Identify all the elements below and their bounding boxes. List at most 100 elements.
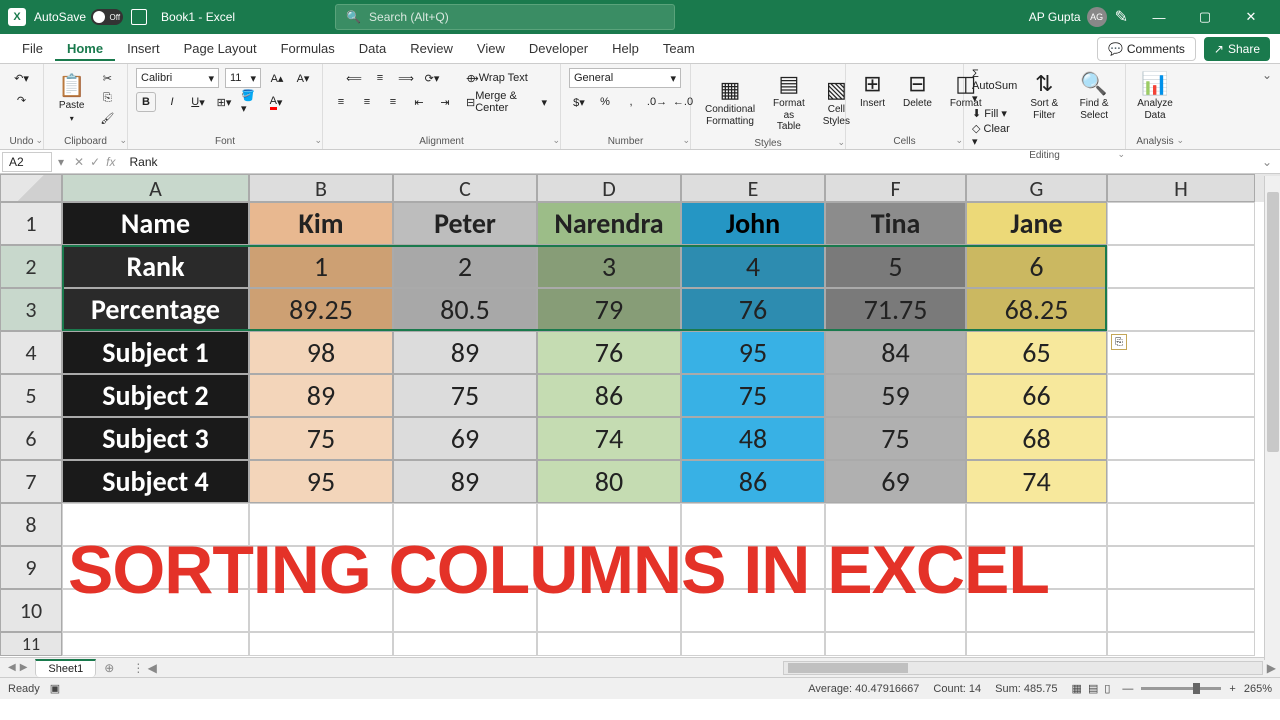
row-header[interactable]: 4 bbox=[0, 331, 62, 374]
comma-button[interactable]: , bbox=[621, 92, 641, 112]
cell[interactable]: 80.5 bbox=[393, 288, 537, 331]
cell[interactable]: Rank bbox=[62, 245, 249, 288]
macro-record-icon[interactable]: ▣ bbox=[50, 682, 60, 695]
cell[interactable]: 69 bbox=[393, 417, 537, 460]
row-header[interactable]: 11 bbox=[0, 632, 62, 656]
conditional-formatting-button[interactable]: ▦Conditional Formatting bbox=[699, 74, 761, 130]
horizontal-scrollbar[interactable] bbox=[783, 661, 1263, 675]
tab-help[interactable]: Help bbox=[600, 36, 651, 61]
cell[interactable]: 4 bbox=[681, 245, 825, 288]
cell[interactable]: 89 bbox=[393, 331, 537, 374]
tab-formulas[interactable]: Formulas bbox=[269, 36, 347, 61]
prev-sheet-icon[interactable]: ◀ bbox=[8, 662, 16, 673]
decrease-indent-icon[interactable]: ⇤ bbox=[409, 92, 429, 112]
cell[interactable]: 89 bbox=[249, 374, 393, 417]
tab-developer[interactable]: Developer bbox=[517, 36, 600, 61]
tab-insert[interactable]: Insert bbox=[115, 36, 172, 61]
view-page-layout-icon[interactable]: ▤ bbox=[1088, 682, 1098, 695]
fx-icon[interactable]: fx bbox=[106, 155, 115, 169]
cell[interactable]: 89 bbox=[393, 460, 537, 503]
save-icon[interactable] bbox=[131, 9, 147, 25]
search-box[interactable]: 🔍 Search (Alt+Q) bbox=[335, 4, 675, 30]
cell[interactable]: 48 bbox=[681, 417, 825, 460]
view-page-break-icon[interactable]: ▯ bbox=[1104, 682, 1110, 695]
row-header[interactable]: 1 bbox=[0, 202, 62, 245]
tab-review[interactable]: Review bbox=[398, 36, 465, 61]
zoom-slider[interactable] bbox=[1141, 687, 1221, 690]
cell[interactable]: 86 bbox=[681, 460, 825, 503]
column-header[interactable]: G bbox=[966, 174, 1107, 202]
cell[interactable]: John bbox=[681, 202, 825, 245]
row-header[interactable]: 5 bbox=[0, 374, 62, 417]
cell[interactable]: Kim bbox=[249, 202, 393, 245]
autosave-toggle[interactable]: AutoSave Off bbox=[34, 9, 123, 25]
font-color-button[interactable]: A▾ bbox=[266, 92, 286, 112]
enter-formula-icon[interactable]: ✓ bbox=[90, 155, 100, 169]
cell[interactable]: 3 bbox=[537, 245, 681, 288]
orientation-icon[interactable]: ⟳▾ bbox=[422, 68, 442, 88]
format-as-table-button[interactable]: ▤Format as Table bbox=[767, 68, 811, 136]
row-header[interactable]: 10 bbox=[0, 589, 62, 632]
row-header[interactable]: 2 bbox=[0, 245, 62, 288]
column-header[interactable]: D bbox=[537, 174, 681, 202]
cell[interactable]: 75 bbox=[825, 417, 966, 460]
cell[interactable]: 95 bbox=[681, 331, 825, 374]
cell[interactable]: 5 bbox=[825, 245, 966, 288]
align-bottom-icon[interactable]: ⟹ bbox=[396, 68, 416, 88]
next-sheet-icon[interactable]: ▶ bbox=[20, 662, 28, 673]
tab-data[interactable]: Data bbox=[347, 36, 398, 61]
cell[interactable] bbox=[825, 632, 966, 656]
tab-file[interactable]: File bbox=[10, 36, 55, 61]
find-select-button[interactable]: 🔍Find & Select bbox=[1071, 68, 1117, 124]
align-right-icon[interactable]: ≡ bbox=[383, 92, 403, 112]
clear-button[interactable]: ◇ Clear ▾ bbox=[972, 122, 1017, 148]
cell[interactable]: Subject 2 bbox=[62, 374, 249, 417]
wrap-text-button[interactable]: ⟴ Wrap Text bbox=[461, 68, 533, 88]
cell[interactable] bbox=[1107, 417, 1255, 460]
expand-formula-icon[interactable]: ⌄ bbox=[1254, 155, 1280, 169]
cell[interactable]: Jane bbox=[966, 202, 1107, 245]
pen-icon[interactable]: ✎ bbox=[1115, 7, 1128, 27]
decrease-decimal-icon[interactable]: ←.0 bbox=[673, 92, 693, 112]
cell[interactable]: 71.75 bbox=[825, 288, 966, 331]
paste-options-icon[interactable]: ⎘ bbox=[1111, 334, 1127, 350]
cell[interactable]: 68.25 bbox=[966, 288, 1107, 331]
cancel-formula-icon[interactable]: ✕ bbox=[74, 155, 84, 169]
autosum-button[interactable]: Σ AutoSum ▾ bbox=[972, 68, 1017, 105]
underline-button[interactable]: U▾ bbox=[188, 92, 208, 112]
cell[interactable] bbox=[1107, 632, 1255, 656]
cell[interactable]: Percentage bbox=[62, 288, 249, 331]
cell[interactable]: 80 bbox=[537, 460, 681, 503]
bold-button[interactable]: B bbox=[136, 92, 156, 112]
cell[interactable]: 76 bbox=[681, 288, 825, 331]
decrease-font-icon[interactable]: A▾ bbox=[293, 68, 313, 88]
cut-icon[interactable]: ✂ bbox=[97, 68, 117, 88]
cell[interactable]: 84 bbox=[825, 331, 966, 374]
cell[interactable] bbox=[1107, 503, 1255, 546]
merge-center-button[interactable]: ⊟ Merge & Center ▾ bbox=[461, 92, 552, 112]
increase-decimal-icon[interactable]: .0→ bbox=[647, 92, 667, 112]
row-header[interactable]: 7 bbox=[0, 460, 62, 503]
worksheet[interactable]: A B C D E F G H 1 Name Kim Peter Narendr… bbox=[0, 174, 1280, 657]
row-header[interactable]: 3 bbox=[0, 288, 62, 331]
row-header[interactable]: 8 bbox=[0, 503, 62, 546]
cell[interactable]: 79 bbox=[537, 288, 681, 331]
delete-cells-button[interactable]: ⊟Delete bbox=[897, 68, 938, 113]
align-middle-icon[interactable]: ≡ bbox=[370, 68, 390, 88]
cell[interactable]: 69 bbox=[825, 460, 966, 503]
column-header[interactable]: C bbox=[393, 174, 537, 202]
fill-button[interactable]: ⬇ Fill ▾ bbox=[972, 107, 1007, 120]
fill-color-button[interactable]: 🪣▾ bbox=[240, 92, 260, 112]
cell[interactable]: 95 bbox=[249, 460, 393, 503]
cell[interactable] bbox=[1107, 460, 1255, 503]
cell[interactable]: 6 bbox=[966, 245, 1107, 288]
minimize-button[interactable]: ― bbox=[1136, 0, 1182, 34]
italic-button[interactable]: I bbox=[162, 92, 182, 112]
column-header[interactable]: B bbox=[249, 174, 393, 202]
tab-team[interactable]: Team bbox=[651, 36, 707, 61]
tab-page-layout[interactable]: Page Layout bbox=[172, 36, 269, 61]
cell[interactable] bbox=[62, 632, 249, 656]
user-account[interactable]: AP Gupta AG bbox=[1029, 7, 1107, 27]
currency-button[interactable]: $▾ bbox=[569, 92, 589, 112]
sheet-tab[interactable]: Sheet1 bbox=[35, 659, 96, 677]
